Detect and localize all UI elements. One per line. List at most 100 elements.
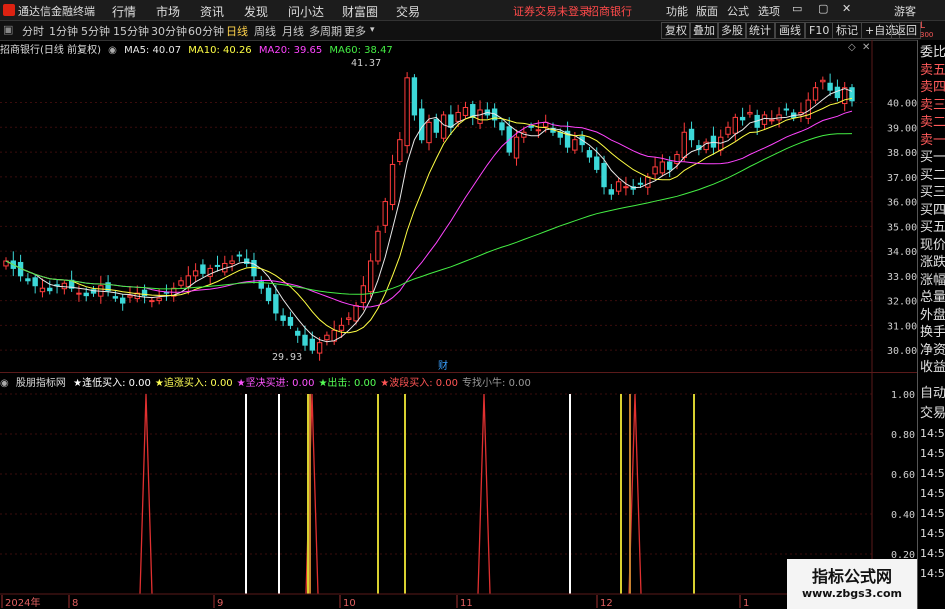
btn-fuquan[interactable]: 复权 <box>661 22 691 39</box>
candle <box>462 101 469 120</box>
side-label[interactable]: 外盘 <box>920 307 945 325</box>
period-weekly[interactable]: 周线 <box>254 23 276 39</box>
ind-toggle-icon[interactable]: ◉ <box>0 378 9 389</box>
period-15min[interactable]: 15分钟 <box>113 23 149 39</box>
btn-duogu[interactable]: 多股 <box>717 22 747 39</box>
top-menu-bar: 通达信金融终端 行情 市场 资讯 发现 问小达 财富圈 交易 证券交易未登录 招… <box>0 0 945 21</box>
app-title: 通达信金融终端 <box>18 5 95 18</box>
period-toolbar: ▣ 分时 1分钟 5分钟 15分钟 30分钟 60分钟 日线 周线 月线 多周期… <box>0 21 945 41</box>
candle <box>375 225 381 265</box>
period-daily[interactable]: 日线 <box>226 23 248 39</box>
menu-hangqing[interactable]: 行情 <box>112 3 136 20</box>
side-label[interactable]: 净资 <box>920 342 945 360</box>
candle <box>842 82 848 112</box>
side-label[interactable]: 委比 <box>920 44 945 62</box>
side-time-label: 14:56 <box>920 507 945 520</box>
toolbar-expand-icon[interactable]: ▣ <box>3 23 13 36</box>
btn-f10[interactable]: F10 <box>805 22 834 39</box>
side-label[interactable]: 买三 <box>920 184 945 202</box>
candle <box>747 104 753 118</box>
price-tick-label: 39.00 <box>887 123 917 134</box>
candle <box>280 308 286 327</box>
settings-diamond-icon[interactable]: ◇ <box>848 42 856 53</box>
menu-jiaoyi[interactable]: 交易 <box>396 3 420 20</box>
menu-caifuquan[interactable]: 财富圈 <box>342 3 378 20</box>
chart-title: 招商银行(日线 前复权) <box>0 45 101 56</box>
minimize-icon[interactable]: ▭ <box>792 2 802 15</box>
btn-huaxian[interactable]: 画线 <box>775 22 805 39</box>
menu-zixun[interactable]: 资讯 <box>200 3 224 20</box>
candle <box>32 274 38 294</box>
btn-back[interactable]: 返回 <box>891 22 921 39</box>
finance-marker[interactable]: 财 <box>438 359 448 372</box>
btn-tongji[interactable]: 统计 <box>745 22 775 39</box>
menu-faxian[interactable]: 发现 <box>244 3 268 20</box>
side-label[interactable]: 收益 <box>920 359 945 377</box>
period-1min[interactable]: 1分钟 <box>49 23 78 39</box>
candle <box>397 132 403 166</box>
indicator-grid <box>0 393 872 555</box>
candle <box>200 259 206 278</box>
menu-banmian[interactable]: 版面 <box>696 3 718 19</box>
candle <box>222 255 228 276</box>
candle <box>39 278 46 298</box>
side-label[interactable]: 卖四 <box>920 79 945 97</box>
side-label[interactable]: 涨幅 <box>920 272 945 290</box>
period-fenshi[interactable]: 分时 <box>22 23 44 39</box>
indicator-chart[interactable]: 1.000.800.600.400.20 2024年 8 9 10 11 12 1 <box>0 372 917 609</box>
side-label[interactable]: 买二 <box>920 167 945 185</box>
candle <box>440 111 447 142</box>
price-tick-label: 34.00 <box>887 247 917 258</box>
price-tick-label: 40.00 <box>887 99 917 110</box>
candle <box>710 126 717 155</box>
candle <box>178 277 184 289</box>
menu-wenxiaoda[interactable]: 问小达 <box>288 3 324 20</box>
date-tick-label: 8 <box>72 598 78 609</box>
period-5min[interactable]: 5分钟 <box>81 23 110 39</box>
price-chart[interactable]: 40.00 39.00 38.00 37.00 36.00 35.00 34.00 33.00… <box>0 40 917 372</box>
period-60min[interactable]: 60分钟 <box>188 23 224 39</box>
side-label[interactable]: 买五 <box>920 219 945 237</box>
candle <box>769 110 775 125</box>
side-label[interactable]: 买一 <box>920 149 945 167</box>
price-y-axis: 40.00 39.00 38.00 37.00 36.00 35.00 34.00 33.00… <box>887 99 917 358</box>
menu-shichang[interactable]: 市场 <box>156 3 180 20</box>
side-label[interactable]: 卖三 <box>920 97 945 115</box>
date-tick-label: 9 <box>217 598 223 609</box>
close-icon[interactable]: ✕ <box>842 2 851 15</box>
trade-login-alert[interactable]: 证券交易未登录 <box>513 3 590 19</box>
menu-gongneng[interactable]: 功能 <box>666 3 688 19</box>
user-label[interactable]: 游客 <box>894 3 916 19</box>
menu-xuanxiang[interactable]: 选项 <box>758 3 780 19</box>
period-monthly[interactable]: 月线 <box>282 23 304 39</box>
date-tick-label: 2024年 <box>5 596 40 609</box>
menu-gongshi[interactable]: 公式 <box>727 3 749 19</box>
period-multi[interactable]: 多周期 <box>309 23 342 39</box>
candle <box>688 121 695 148</box>
ma-line-ma60 <box>5 133 853 295</box>
btn-biaoji[interactable]: 标记 <box>832 22 862 39</box>
period-more[interactable]: 更多 <box>344 23 366 39</box>
side-label[interactable]: 买四 <box>920 202 945 220</box>
price-grid <box>0 102 872 351</box>
side-label[interactable]: 现价 <box>920 237 945 255</box>
side-label[interactable]: 总量 <box>920 289 945 307</box>
period-30min[interactable]: 30分钟 <box>151 23 187 39</box>
restore-icon[interactable]: ▢ <box>818 2 828 15</box>
side-label[interactable]: 卖二 <box>920 114 945 132</box>
candle <box>411 74 418 121</box>
date-tick-label: 11 <box>460 598 473 609</box>
btn-diejia[interactable]: 叠加 <box>689 22 719 39</box>
quote-side-panel: 委比 卖五 卖四 卖三 卖二 卖一 买一 买二 买三 买四 买五 现价 涨跌 涨幅 总量 外盘 换手 净资 收益 自动… <box>917 40 945 609</box>
legend-toggle-icon[interactable]: ◉ <box>108 45 117 56</box>
side-label[interactable]: 涨跌 <box>920 254 945 272</box>
side-label[interactable]: 卖五 <box>920 62 945 80</box>
price-legend: 招商银行(日线 前复权) ◉ MA5: 40.07 MA10: 40.26 MA… <box>0 41 397 56</box>
more-chevron-icon[interactable]: ▾ <box>370 25 375 35</box>
side-top-indicator: L 300 <box>920 21 934 40</box>
price-tick-label: 38.00 <box>887 148 917 159</box>
candle <box>25 273 31 285</box>
panel-close-icon[interactable]: ✕ <box>862 42 870 53</box>
side-label[interactable]: 换手 <box>920 324 945 342</box>
side-label[interactable]: 卖一 <box>920 132 945 150</box>
